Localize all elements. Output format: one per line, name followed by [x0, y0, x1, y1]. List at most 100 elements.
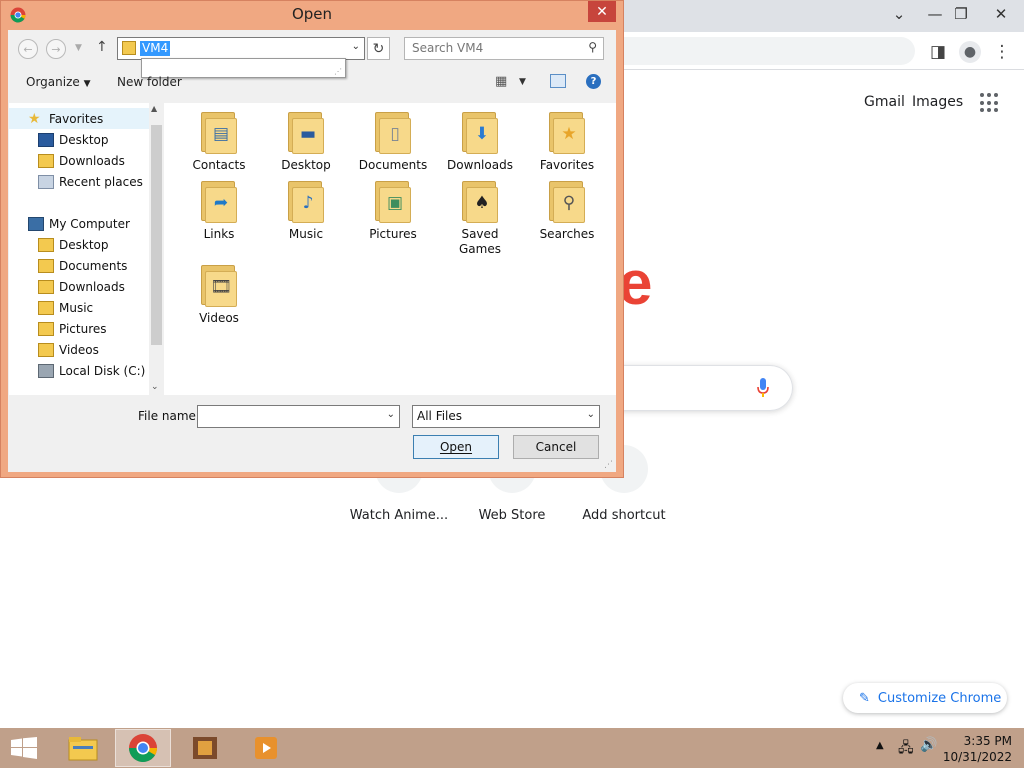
- shortcut-label[interactable]: Watch Anime...: [344, 508, 454, 523]
- profile-avatar[interactable]: ●: [956, 38, 984, 66]
- file-explorer-icon: [68, 737, 98, 761]
- saved-games-folder-icon: ♠: [460, 177, 500, 223]
- user-folder-icon: [122, 41, 136, 55]
- folder-item[interactable]: ▬ Desktop: [266, 108, 346, 173]
- tree-item-my-computer[interactable]: My Computer: [28, 213, 130, 234]
- taskbar-clock[interactable]: 3:35 PM 10/31/2022: [943, 733, 1012, 765]
- folder-item[interactable]: ♪ Music: [266, 177, 346, 242]
- back-button[interactable]: ←: [18, 39, 38, 59]
- scrollbar-thumb[interactable]: [151, 125, 162, 345]
- chrome-taskbar-button[interactable]: [115, 729, 171, 767]
- desktop-folder-icon: [38, 237, 54, 252]
- view-options-chevron-icon[interactable]: ▼: [519, 77, 526, 87]
- links-folder-icon: ➦: [199, 177, 239, 223]
- windows-logo-icon: [11, 737, 37, 759]
- tree-item-documents[interactable]: Documents: [38, 255, 127, 276]
- scroll-down-icon[interactable]: ⌄: [151, 382, 159, 392]
- media-app-taskbar-button[interactable]: [177, 729, 233, 767]
- tab-search-icon[interactable]: ⌄: [882, 0, 916, 28]
- preview-pane-icon[interactable]: [550, 74, 566, 88]
- tree-item-videos[interactable]: Videos: [38, 339, 99, 360]
- chevron-down-icon: ⌄: [586, 409, 595, 420]
- tree-item-desktop[interactable]: Desktop: [38, 129, 109, 150]
- organize-menu[interactable]: Organize ▼: [26, 75, 91, 89]
- search-placeholder: Search VM4: [412, 41, 484, 55]
- folder-item[interactable]: ▣ Pictures: [353, 177, 433, 242]
- cancel-button[interactable]: Cancel: [513, 435, 599, 459]
- tree-item-downloads[interactable]: Downloads: [38, 276, 125, 297]
- tree-item-downloads[interactable]: Downloads: [38, 150, 125, 171]
- scroll-up-icon[interactable]: ▲: [151, 104, 157, 113]
- chrome-menu-icon[interactable]: ⋮: [988, 38, 1016, 66]
- folder-item[interactable]: 🎞 Videos: [179, 261, 259, 326]
- resize-grip-icon[interactable]: ⋰: [604, 460, 613, 470]
- shortcut-label[interactable]: Web Store: [457, 508, 567, 523]
- start-button[interactable]: [0, 729, 48, 767]
- refresh-icon: ↻: [372, 40, 385, 57]
- network-icon[interactable]: 🖧: [898, 737, 914, 761]
- up-arrow-icon[interactable]: ↑: [96, 39, 108, 55]
- searches-folder-icon: ⚲: [547, 177, 587, 223]
- chevron-down-icon[interactable]: ⌄: [387, 409, 395, 420]
- resize-grip-icon: ⋰: [334, 67, 342, 76]
- volume-icon[interactable]: 🔊: [920, 737, 937, 753]
- side-panel-icon[interactable]: ◨: [924, 38, 952, 66]
- clock-date: 10/31/2022: [942, 750, 1012, 764]
- folder-item[interactable]: ▯ Documents: [353, 108, 433, 173]
- pictures-folder-icon: [38, 321, 54, 336]
- close-icon: ✕: [596, 3, 608, 20]
- folder-item[interactable]: ★ Favorites: [527, 108, 607, 173]
- file-name-input[interactable]: ⌄: [197, 405, 400, 428]
- videos-folder-icon: 🎞: [199, 261, 239, 307]
- tree-item-desktop[interactable]: Desktop: [38, 234, 109, 255]
- restore-button[interactable]: ❐: [944, 0, 978, 28]
- recent-locations-chevron-icon[interactable]: ▼: [75, 43, 82, 53]
- tree-item-recent-places[interactable]: Recent places: [38, 171, 143, 192]
- folder-item[interactable]: ♠ Saved Games: [440, 177, 520, 257]
- tree-item-music[interactable]: Music: [38, 297, 93, 318]
- folder-item[interactable]: ⬇ Downloads: [440, 108, 520, 173]
- contacts-folder-icon: ▤: [199, 108, 239, 154]
- forward-button[interactable]: →: [46, 39, 66, 59]
- pencil-icon: ✎: [859, 690, 870, 706]
- help-icon[interactable]: ?: [586, 74, 601, 89]
- tree-item-local-disk[interactable]: Local Disk (C:): [38, 360, 145, 381]
- folder-item[interactable]: ▤ Contacts: [179, 108, 259, 173]
- file-explorer-taskbar-button[interactable]: [55, 729, 111, 767]
- refresh-button[interactable]: ↻: [367, 37, 390, 60]
- close-window-button[interactable]: ✕: [984, 0, 1018, 28]
- star-icon: ★: [28, 110, 41, 127]
- tree-item-pictures[interactable]: Pictures: [38, 318, 107, 339]
- folder-item[interactable]: ➦ Links: [179, 177, 259, 242]
- file-type-select[interactable]: All Files ⌄: [412, 405, 600, 428]
- computer-icon: [28, 216, 44, 231]
- videos-folder-icon: [38, 342, 54, 357]
- voice-search-icon[interactable]: [756, 377, 770, 399]
- chevron-down-icon: ▼: [83, 79, 91, 89]
- music-folder-icon: ♪: [286, 177, 326, 223]
- video-player-taskbar-button[interactable]: [238, 729, 294, 767]
- file-name-label: File name:: [138, 409, 200, 423]
- search-input[interactable]: Search VM4 ⚲: [404, 37, 604, 60]
- omnibox[interactable]: [580, 37, 915, 65]
- change-view-icon[interactable]: ▦: [495, 74, 507, 89]
- images-link[interactable]: Images: [912, 94, 963, 110]
- new-folder-button[interactable]: New folder: [117, 75, 182, 89]
- google-apps-icon[interactable]: [980, 93, 1000, 113]
- folder-item[interactable]: ⚲ Searches: [527, 177, 607, 242]
- customize-chrome-button[interactable]: ✎ Customize Chrome: [843, 683, 1007, 713]
- dialog-close-button[interactable]: ✕: [588, 1, 616, 22]
- address-text[interactable]: VM4: [140, 41, 171, 56]
- address-dropdown-icon[interactable]: ⌄: [352, 41, 360, 52]
- documents-folder-icon: ▯: [373, 108, 413, 154]
- downloads-folder-icon: ⬇: [460, 108, 500, 154]
- open-button[interactable]: Open: [413, 435, 499, 459]
- tree-item-favorites[interactable]: ★ Favorites: [28, 108, 103, 129]
- film-strip-icon: [193, 737, 217, 759]
- show-hidden-icons-icon[interactable]: ▲: [876, 740, 884, 751]
- gmail-link[interactable]: Gmail: [864, 94, 905, 110]
- recent-places-icon: [38, 174, 54, 189]
- shortcut-label[interactable]: Add shortcut: [569, 508, 679, 523]
- chrome-icon: [129, 734, 157, 762]
- clock-time: 3:35 PM: [963, 734, 1012, 748]
